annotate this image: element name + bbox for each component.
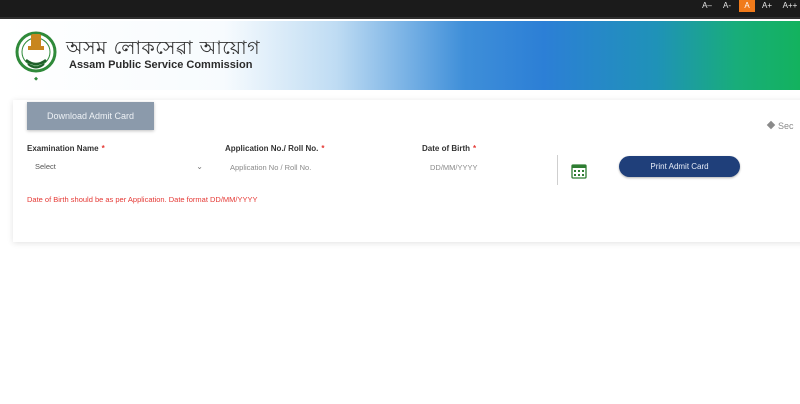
dob-error-message: Date of Birth should be as per Applicati…: [27, 195, 258, 204]
chevron-down-icon: ⌄: [196, 162, 203, 171]
application-no-label: Application No./ Roll No. *: [225, 144, 325, 153]
government-emblem-icon: ◆: [15, 31, 57, 82]
exam-name-select[interactable]: Select ⌄: [27, 157, 209, 177]
calendar-icon[interactable]: [571, 163, 587, 179]
print-admit-card-button[interactable]: Print Admit Card: [619, 156, 740, 177]
application-no-input[interactable]: [224, 157, 414, 177]
dob-input[interactable]: [424, 157, 552, 177]
svg-text:◆: ◆: [34, 76, 38, 82]
site-title-english: Assam Public Service Commission: [69, 59, 253, 71]
font-increase-button[interactable]: A+: [760, 0, 774, 12]
site-header: ◆ অসম লোকসেৱা আয়োগ Assam Public Service…: [0, 21, 800, 90]
font-decrease-more-button[interactable]: A–: [700, 0, 714, 12]
top-utility-bar: A– A- A A+ A++: [0, 0, 800, 19]
dob-label: Date of Birth *: [422, 144, 477, 153]
font-increase-more-button[interactable]: A++: [780, 0, 800, 12]
diamond-icon: [766, 120, 776, 130]
download-admit-card-tab[interactable]: Download Admit Card: [27, 102, 154, 130]
input-divider: [557, 155, 558, 185]
side-link[interactable]: Sec: [766, 120, 794, 131]
font-decrease-button[interactable]: A-: [721, 0, 733, 12]
exam-name-label: Examination Name *: [27, 144, 105, 153]
font-normal-button[interactable]: A: [739, 0, 755, 12]
exam-selected-value: Select: [35, 162, 56, 171]
side-link-label: Sec: [778, 121, 794, 131]
